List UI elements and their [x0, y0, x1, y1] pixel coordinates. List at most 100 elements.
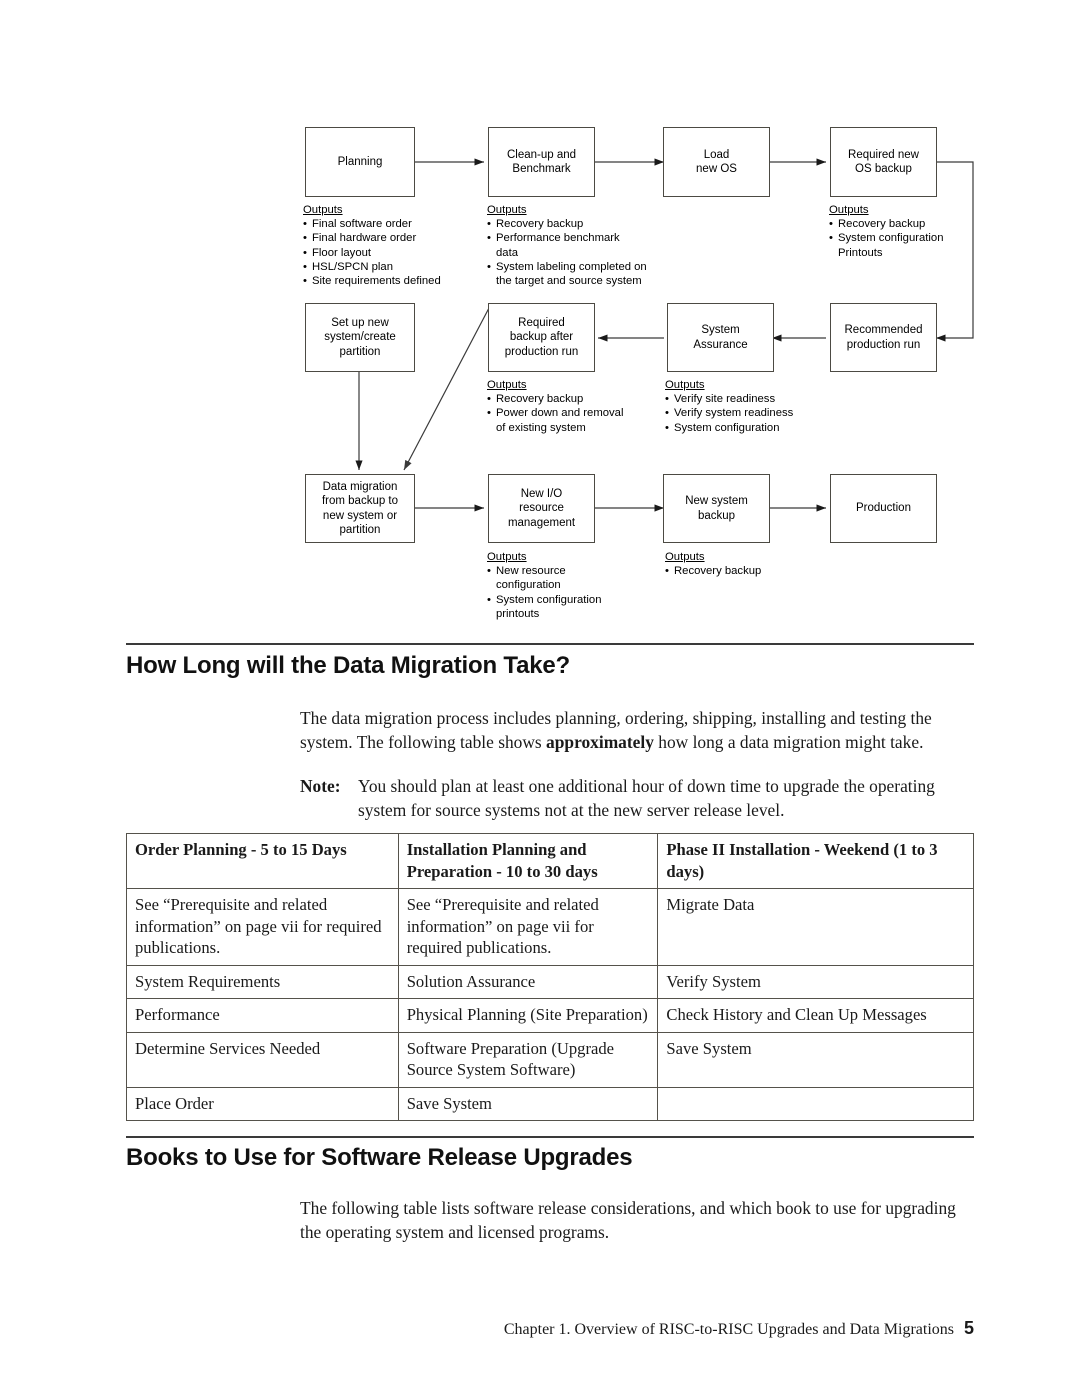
- outputs-item: System configuration Printouts: [829, 231, 944, 259]
- table-cell: Software Preparation (Upgrade Source Sys…: [397, 1031, 659, 1088]
- outputs-item: Recovery backup: [665, 564, 761, 578]
- outputs-list: Recovery backup System configuration Pri…: [829, 217, 944, 260]
- outputs-item: Recovery backup: [487, 392, 623, 406]
- flow-node-required-backup[interactable]: Required backup after production run: [488, 303, 595, 372]
- section1-paragraph-emphasis: approximately: [546, 731, 654, 752]
- outputs-list: Recovery backup Performance benchmark da…: [487, 217, 647, 288]
- outputs-item: New resource configuration: [487, 564, 602, 592]
- table-cell: Verify System: [657, 964, 974, 999]
- outputs-required-new-os-backup: Outputs Recovery backup System configura…: [829, 203, 944, 260]
- outputs-item: Performance benchmark data: [487, 231, 647, 259]
- note-text: You should plan at least one additional …: [358, 776, 935, 820]
- flow-node-label: Required backup after production run: [504, 316, 579, 358]
- table-cell: Performance: [126, 998, 399, 1033]
- section-rule-2: [126, 1136, 974, 1138]
- outputs-list: Recovery backup: [665, 564, 761, 578]
- note-block: Note: You should plan at least one addit…: [300, 775, 976, 822]
- table-row: Determine Services Needed Software Prepa…: [126, 1031, 974, 1088]
- page-title-how-long: How Long will the Data Migration Take?: [126, 652, 570, 679]
- outputs-new-io: Outputs New resource configuration Syste…: [487, 550, 602, 621]
- table-header-cell: Order Planning - 5 to 15 Days: [126, 833, 399, 889]
- page-title-books-to-use: Books to Use for Software Release Upgrad…: [126, 1144, 633, 1171]
- outputs-new-system-backup: Outputs Recovery backup: [665, 550, 761, 579]
- outputs-item: Final hardware order: [303, 231, 441, 245]
- flow-node-set-up-new-system[interactable]: Set up new system/create partition: [305, 303, 415, 372]
- outputs-planning: Outputs Final software order Final hardw…: [303, 203, 441, 288]
- table-cell: Check History and Clean Up Messages: [657, 998, 974, 1033]
- outputs-item: System labeling completed on the target …: [487, 260, 647, 288]
- page-number: 5: [963, 1318, 974, 1338]
- flow-node-system-assurance[interactable]: System Assurance: [667, 303, 774, 372]
- outputs-title: Outputs: [665, 551, 705, 563]
- flow-node-new-system-backup[interactable]: New system backup: [663, 474, 770, 543]
- outputs-title: Outputs: [487, 379, 527, 391]
- section1-paragraph-part2: how long a data migration might take.: [653, 731, 924, 752]
- flow-node-load-new-os[interactable]: Load new OS: [663, 127, 770, 197]
- section-rule-1: [126, 643, 974, 645]
- outputs-item: Recovery backup: [487, 217, 647, 231]
- outputs-item: System configuration printouts: [487, 593, 602, 621]
- outputs-cleanup-benchmark: Outputs Recovery backup Performance benc…: [487, 203, 647, 288]
- outputs-list: New resource configuration System config…: [487, 564, 602, 621]
- table-row: Performance Physical Planning (Site Prep…: [126, 998, 974, 1033]
- outputs-item: Final software order: [303, 217, 441, 231]
- outputs-required-backup: Outputs Recovery backup Power down and r…: [487, 378, 623, 435]
- table-header-cell: Installation Planning and Preparation - …: [397, 833, 659, 889]
- table-cell: Place Order: [126, 1086, 399, 1121]
- flow-node-label: Set up new system/create partition: [324, 316, 396, 358]
- flow-node-label: Recommended production run: [844, 324, 923, 351]
- flow-node-data-migration[interactable]: Data migration from backup to new system…: [305, 474, 415, 543]
- table-cell: See “Prerequisite and related informatio…: [397, 888, 659, 966]
- flow-node-label: System Assurance: [693, 324, 748, 351]
- flow-node-planning[interactable]: Planning: [305, 127, 415, 197]
- flow-node-label: Clean-up and Benchmark: [506, 148, 577, 176]
- flow-node-production[interactable]: Production: [830, 474, 937, 543]
- flow-node-label: Planning: [337, 155, 383, 168]
- flow-node-cleanup-benchmark[interactable]: Clean-up and Benchmark: [488, 127, 595, 197]
- flow-node-required-new-os-backup[interactable]: Required new OS backup: [830, 127, 937, 197]
- outputs-item: Recovery backup: [829, 217, 944, 231]
- outputs-title: Outputs: [303, 204, 343, 216]
- table-cell: Migrate Data: [657, 888, 974, 966]
- table-cell: Determine Services Needed: [126, 1031, 399, 1088]
- table-cell: [657, 1086, 974, 1121]
- note-label: Note:: [300, 776, 341, 796]
- table-cell: Save System: [657, 1031, 974, 1088]
- table-cell: See “Prerequisite and related informatio…: [126, 888, 399, 966]
- flow-node-recommended-production-run[interactable]: Recommended production run: [830, 303, 937, 372]
- outputs-list: Recovery backup Power down and removal o…: [487, 392, 623, 435]
- footer-chapter-text: Chapter 1. Overview of RISC-to-RISC Upgr…: [503, 1321, 954, 1338]
- table-row: See “Prerequisite and related informatio…: [126, 888, 974, 966]
- table-cell: Physical Planning (Site Preparation): [397, 998, 659, 1033]
- table-header-row: Order Planning - 5 to 15 Days Installati…: [126, 833, 974, 889]
- outputs-title: Outputs: [665, 379, 705, 391]
- flow-node-label: Production: [856, 502, 911, 515]
- flow-node-label: New I/O resource management: [507, 487, 576, 529]
- table-header-cell: Phase II Installation - Weekend (1 to 3 …: [657, 833, 974, 889]
- section2-paragraph: The following table lists software relea…: [300, 1198, 956, 1242]
- outputs-list: Verify site readiness Verify system read…: [665, 392, 793, 435]
- outputs-item: System configuration: [665, 421, 793, 435]
- outputs-item: Floor layout: [303, 246, 441, 260]
- outputs-title: Outputs: [487, 551, 527, 563]
- table-cell: System Requirements: [126, 964, 399, 999]
- flow-node-label: Required new OS backup: [848, 148, 919, 176]
- flow-node-label: New system backup: [685, 495, 748, 522]
- outputs-item: Site requirements defined: [303, 274, 441, 288]
- outputs-title: Outputs: [487, 204, 527, 216]
- page-footer: Chapter 1. Overview of RISC-to-RISC Upgr…: [126, 1318, 974, 1339]
- section1-paragraph: The data migration process includes plan…: [300, 707, 976, 754]
- flow-node-label: Data migration from backup to new system…: [321, 480, 399, 537]
- outputs-system-assurance: Outputs Verify site readiness Verify sys…: [665, 378, 793, 435]
- table-row: Place Order Save System: [126, 1086, 974, 1121]
- table-cell: Save System: [397, 1086, 659, 1121]
- flow-node-new-io-resource-management[interactable]: New I/O resource management: [488, 474, 595, 543]
- outputs-item: Verify site readiness: [665, 392, 793, 406]
- outputs-item: Verify system readiness: [665, 406, 793, 420]
- outputs-title: Outputs: [829, 204, 869, 216]
- table-row: System Requirements Solution Assurance V…: [126, 964, 974, 999]
- process-flow-diagram: Planning Clean-up and Benchmark Load new…: [0, 0, 1080, 630]
- outputs-item: HSL/SPCN plan: [303, 260, 441, 274]
- table-cell: Solution Assurance: [397, 964, 659, 999]
- migration-duration-table: Order Planning - 5 to 15 Days Installati…: [126, 833, 974, 1121]
